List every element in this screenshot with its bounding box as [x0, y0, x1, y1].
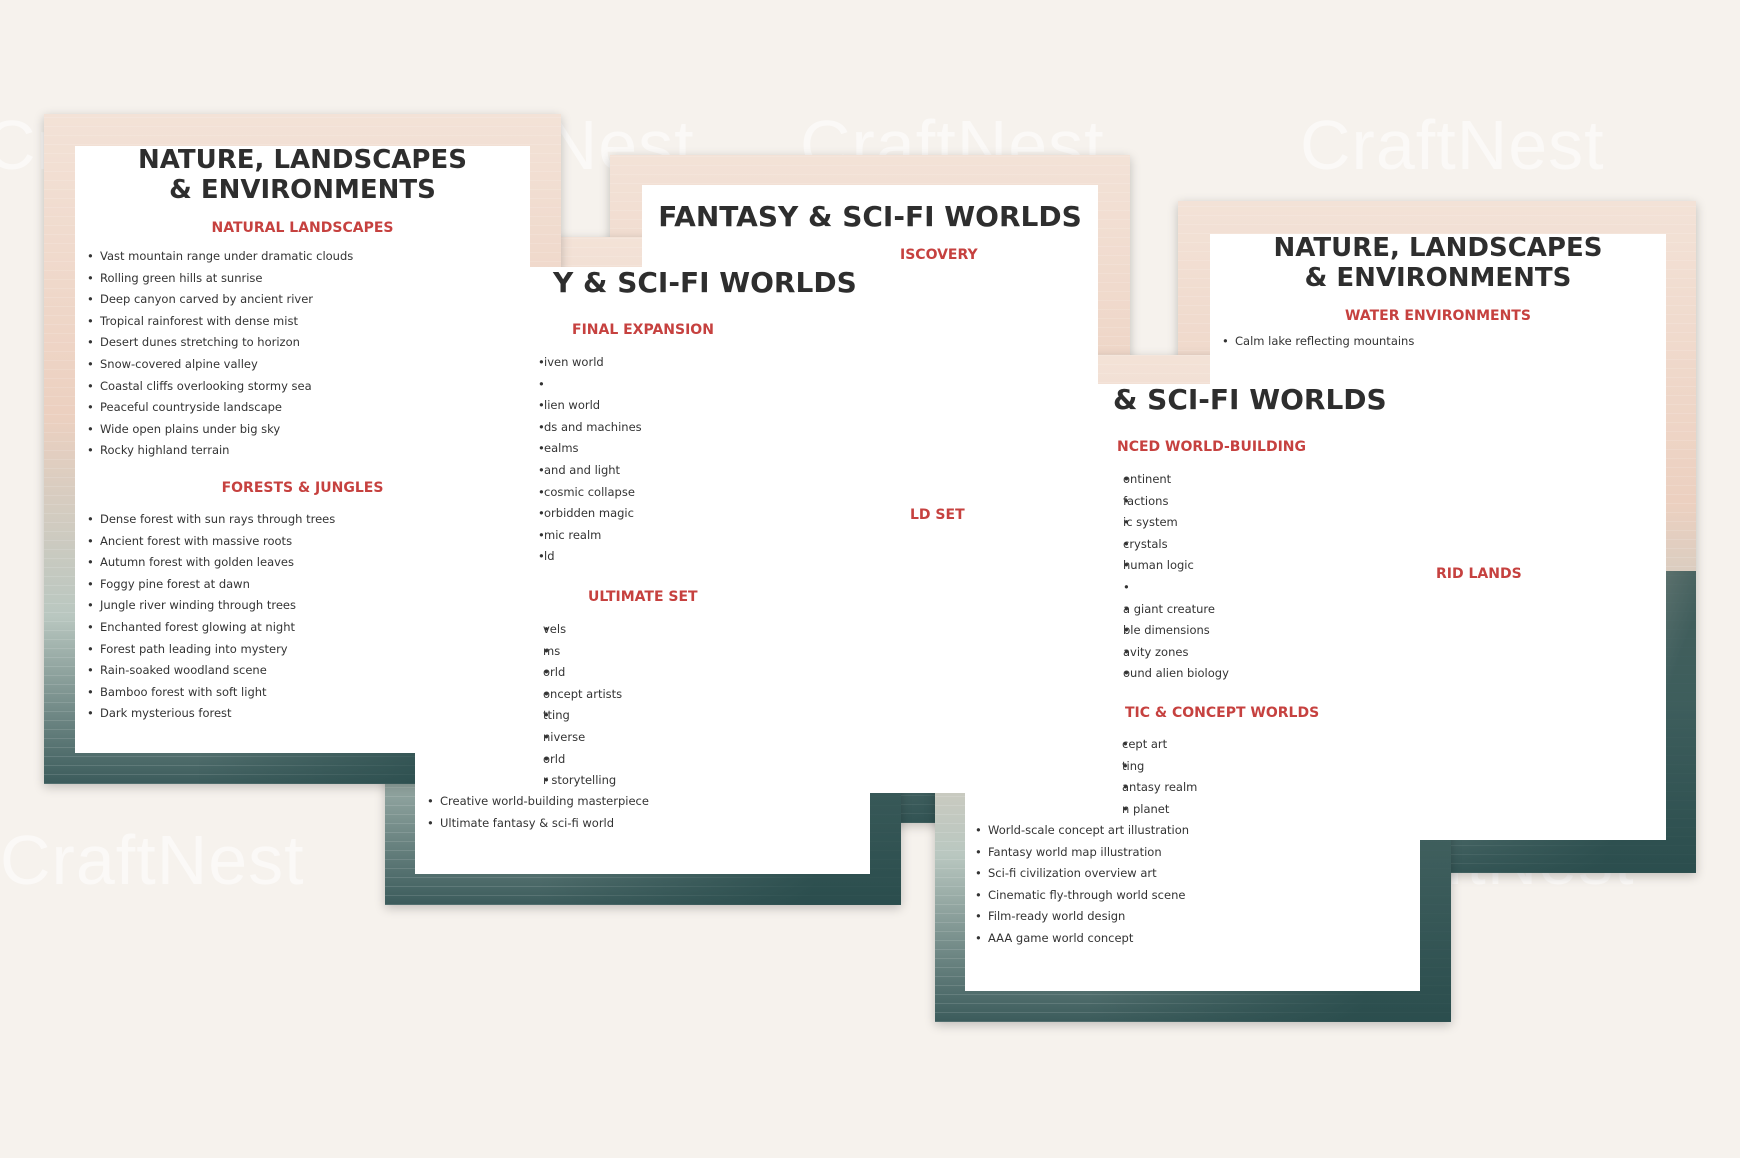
list-item: and and light	[538, 460, 642, 482]
list-item: Coastal cliffs overlooking stormy sea	[87, 376, 353, 398]
list-item: Rocky highland terrain	[87, 440, 353, 462]
list-item: ble dimensions	[1123, 620, 1229, 642]
list-item	[1123, 577, 1229, 599]
title-line: & ENVIRONMENTS	[169, 174, 436, 205]
list-item: Fantasy world map illustration	[975, 842, 1189, 864]
item-list: vels ms orld oncept artists tting nivers…	[543, 619, 622, 792]
list-item: World-scale concept art illustration	[975, 820, 1189, 842]
title-line: & ENVIRONMENTS	[1304, 262, 1572, 293]
list-item: ontinent	[1123, 469, 1229, 491]
section-heading: LD SET	[910, 507, 965, 523]
list-item: cept art	[1122, 734, 1197, 756]
list-item: factions	[1123, 491, 1229, 513]
page-title: NATURE, LANDSCAPES & ENVIRONMENTS	[1210, 234, 1666, 294]
list-item: human logic	[1123, 555, 1229, 577]
list-item: Rain-soaked woodland scene	[87, 660, 335, 682]
list-item: antasy realm	[1122, 777, 1197, 799]
list-item: ds and machines	[538, 417, 642, 439]
item-list: Vast mountain range under dramatic cloud…	[87, 246, 353, 462]
list-item: Deep canyon carved by ancient river	[87, 289, 353, 311]
section-heading: ISCOVERY	[900, 247, 978, 263]
list-item: Autumn forest with golden leaves	[87, 552, 335, 574]
list-item: orbidden magic	[538, 503, 642, 525]
list-item: Creative world-building masterpiece	[427, 791, 649, 813]
list-item: ld	[538, 546, 642, 568]
section-heading: ULTIMATE SET	[588, 589, 698, 605]
list-item: Ancient forest with massive roots	[87, 531, 335, 553]
list-item: Dense forest with sun rays through trees	[87, 509, 335, 531]
list-item: Desert dunes stretching to horizon	[87, 332, 353, 354]
list-item: avity zones	[1123, 642, 1229, 664]
sheet-nature-front: NATURE, LANDSCAPES & ENVIRONMENTS NATURA…	[44, 114, 561, 784]
list-item: niverse	[543, 727, 622, 749]
section-heading: NATURAL LANDSCAPES	[211, 220, 394, 236]
list-item: ms	[543, 641, 622, 663]
page-title: NATURE, LANDSCAPES & ENVIRONMENTS	[75, 146, 530, 206]
section-heading: FORESTS & JUNGLES	[221, 480, 384, 496]
list-item: cosmic collapse	[538, 482, 642, 504]
item-list: World-scale concept art illustration Fan…	[975, 820, 1189, 950]
sheet-fantasy-front: & SCI-FI WORLDS NCED WORLD-BUILDING onti…	[935, 355, 1451, 1022]
list-item: a giant creature	[1123, 599, 1229, 621]
page-title: Y & SCI-FI WORLDS	[553, 267, 857, 299]
list-item: Calm lake reflecting mountains	[1222, 334, 1414, 348]
list-item: lien world	[538, 395, 642, 417]
list-item: ting	[1122, 756, 1197, 778]
list-item: Wide open plains under big sky	[87, 419, 353, 441]
section-heading: TIC & CONCEPT WORLDS	[1125, 705, 1320, 721]
watermark: CraftNest	[1300, 106, 1605, 184]
list-item: oncept artists	[543, 684, 622, 706]
list-item: Tropical rainforest with dense mist	[87, 311, 353, 333]
item-list: Dense forest with sun rays through trees…	[87, 509, 335, 725]
list-item	[538, 374, 642, 396]
list-item: tting	[543, 705, 622, 727]
list-item: r storytelling	[543, 770, 622, 792]
list-item: Jungle river winding through trees	[87, 595, 335, 617]
list-item: n planet	[1122, 799, 1197, 821]
list-item: AAA game world concept	[975, 928, 1189, 950]
watermark: CraftNest	[0, 821, 305, 899]
list-item: Cinematic fly-through world scene	[975, 885, 1189, 907]
title-line: NATURE, LANDSCAPES	[1273, 234, 1603, 263]
section-heading: NCED WORLD-BUILDING	[1117, 439, 1306, 455]
list-item: Dark mysterious forest	[87, 703, 335, 725]
list-item: ound alien biology	[1123, 663, 1229, 685]
sheet-card: & SCI-FI WORLDS NCED WORLD-BUILDING onti…	[965, 384, 1420, 991]
section-heading: FINAL EXPANSION	[572, 322, 714, 338]
list-item: Foggy pine forest at dawn	[87, 574, 335, 596]
section-heading: WATER ENVIRONMENTS	[1345, 308, 1531, 324]
list-item: mic realm	[538, 525, 642, 547]
list-item: Ultimate fantasy & sci-fi world	[427, 813, 649, 835]
list-item: Snow-covered alpine valley	[87, 354, 353, 376]
title-line: NATURE, LANDSCAPES	[138, 146, 467, 175]
list-item: orld	[543, 662, 622, 684]
list-item: Peaceful countryside landscape	[87, 397, 353, 419]
page-title: FANTASY & SCI-FI WORLDS	[658, 200, 1082, 233]
list-item: iven world	[538, 352, 642, 374]
list-item: Rolling green hills at sunrise	[87, 268, 353, 290]
page-title: & SCI-FI WORLDS	[1113, 384, 1387, 416]
list-item: Sci-fi civilization overview art	[975, 863, 1189, 885]
list-item: vels	[543, 619, 622, 641]
list-item: Vast mountain range under dramatic cloud…	[87, 246, 353, 268]
list-item: Forest path leading into mystery	[87, 639, 335, 661]
list-item: crystals	[1123, 534, 1229, 556]
list-item: Bamboo forest with soft light	[87, 682, 335, 704]
sheet-card: NATURE, LANDSCAPES & ENVIRONMENTS NATURA…	[75, 146, 530, 753]
item-list: Creative world-building masterpiece Ulti…	[427, 791, 649, 834]
item-list: Calm lake reflecting mountains	[1222, 334, 1414, 348]
section-heading: RID LANDS	[1436, 566, 1522, 582]
item-list: ontinent factions ic system crystals hum…	[1123, 469, 1229, 685]
list-item: orld	[543, 749, 622, 771]
item-list: iven world lien world ds and machines ea…	[538, 352, 642, 568]
item-list: cept art ting antasy realm n planet	[1122, 734, 1197, 820]
list-item: Enchanted forest glowing at night	[87, 617, 335, 639]
list-item: Film-ready world design	[975, 906, 1189, 928]
list-item: ealms	[538, 438, 642, 460]
list-item: ic system	[1123, 512, 1229, 534]
